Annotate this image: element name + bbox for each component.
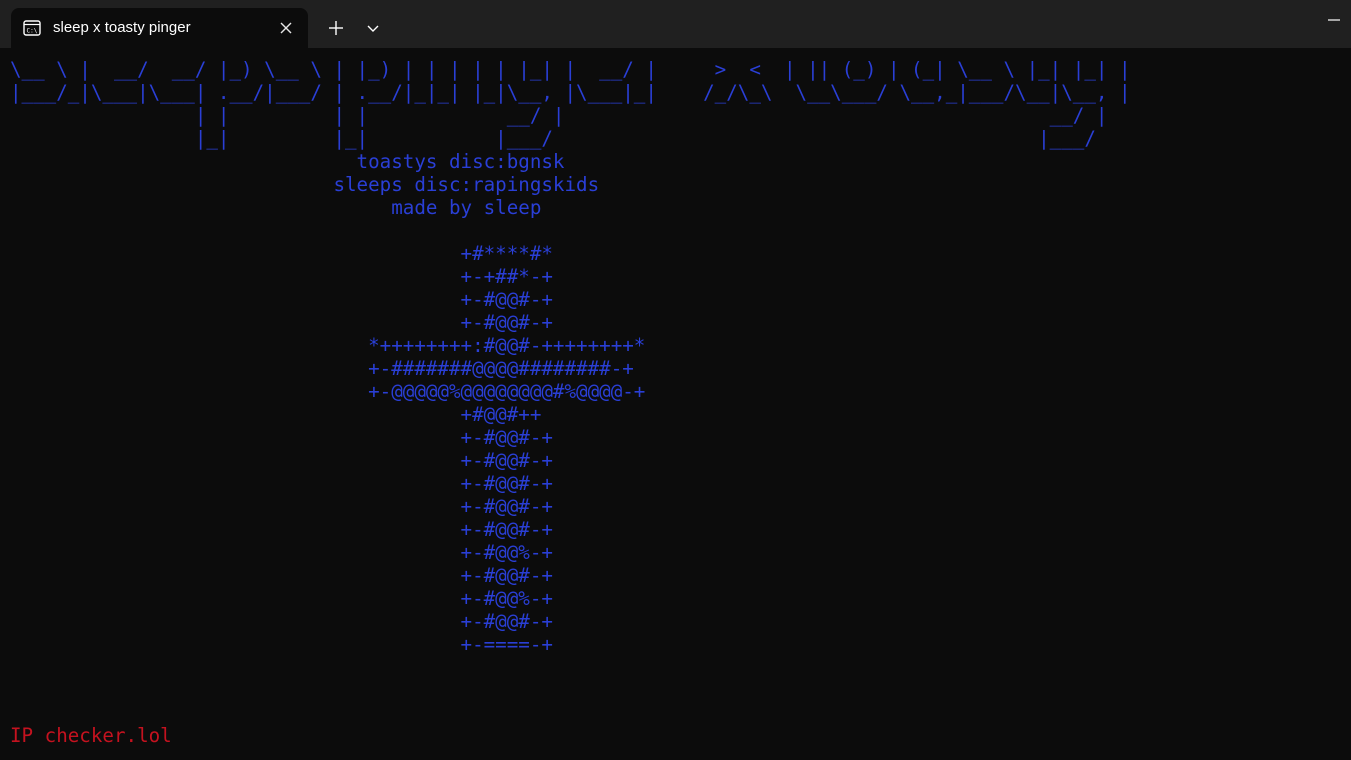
banner-line: +-#@@#-+ <box>10 288 553 311</box>
banner-line: +-#@@%-+ <box>10 587 553 610</box>
plus-icon[interactable] <box>323 15 349 41</box>
status-line: IP checker.lol <box>10 724 172 747</box>
banner-line: toastys disc:bgnsk <box>10 150 565 173</box>
banner-line: +-@@@@@%@@@@@@@@#%@@@@-+ <box>10 380 646 403</box>
terminal-icon: C:\ <box>23 19 41 37</box>
banner-line: +-+##*-+ <box>10 265 553 288</box>
banner-line: sleeps disc:rapingskids <box>10 173 600 196</box>
banner-line: +-#@@#-+ <box>10 518 553 541</box>
chevron-down-icon[interactable] <box>362 17 384 39</box>
tab-title: sleep x toasty pinger <box>53 19 191 36</box>
tab-sleep-x-toasty-pinger[interactable]: C:\ sleep x toasty pinger <box>11 8 308 48</box>
banner-line: made by sleep <box>10 196 542 219</box>
banner-line: +-#@@#-+ <box>10 311 553 334</box>
banner-line: +#****#* <box>10 242 553 265</box>
terminal-window: C:\ sleep x toasty pinger \__ \ | __/ __… <box>0 0 1351 760</box>
banner-line: +-#@@%-+ <box>10 541 553 564</box>
banner-line: +-#######@@@@########-+ <box>10 357 634 380</box>
banner-line: +-#@@#-+ <box>10 449 553 472</box>
banner-line: *++++++++:#@@#-++++++++* <box>10 334 646 357</box>
banner-line: +-====-+ <box>10 633 553 656</box>
banner-line: +-#@@#-+ <box>10 495 553 518</box>
ascii-banner: \__ \ | __/ __/ |_) \__ \ | |_) | | | | … <box>10 58 1131 656</box>
banner-line: +-#@@#-+ <box>10 426 553 449</box>
banner-line: |___/_|\___|\___| .__/|___/ | .__/|_|_| … <box>10 81 1131 104</box>
banner-line: +#@@#++ <box>10 403 542 426</box>
minimize-icon[interactable] <box>1322 10 1346 30</box>
banner-line: +-#@@#-+ <box>10 472 553 495</box>
banner-line: +-#@@#-+ <box>10 564 553 587</box>
banner-line: +-#@@#-+ <box>10 610 553 633</box>
banner-line: |_| |_| |___/ |___/ <box>10 127 1096 150</box>
console-area[interactable]: \__ \ | __/ __/ |_) \__ \ | |_) | | | | … <box>0 48 1351 760</box>
close-icon[interactable] <box>278 20 294 36</box>
svg-text:C:\: C:\ <box>27 28 38 35</box>
title-bar: C:\ sleep x toasty pinger <box>0 0 1351 48</box>
banner-line: \__ \ | __/ __/ |_) \__ \ | |_) | | | | … <box>10 58 1131 81</box>
banner-line: | | | | __/ | __/ | <box>10 104 1108 127</box>
